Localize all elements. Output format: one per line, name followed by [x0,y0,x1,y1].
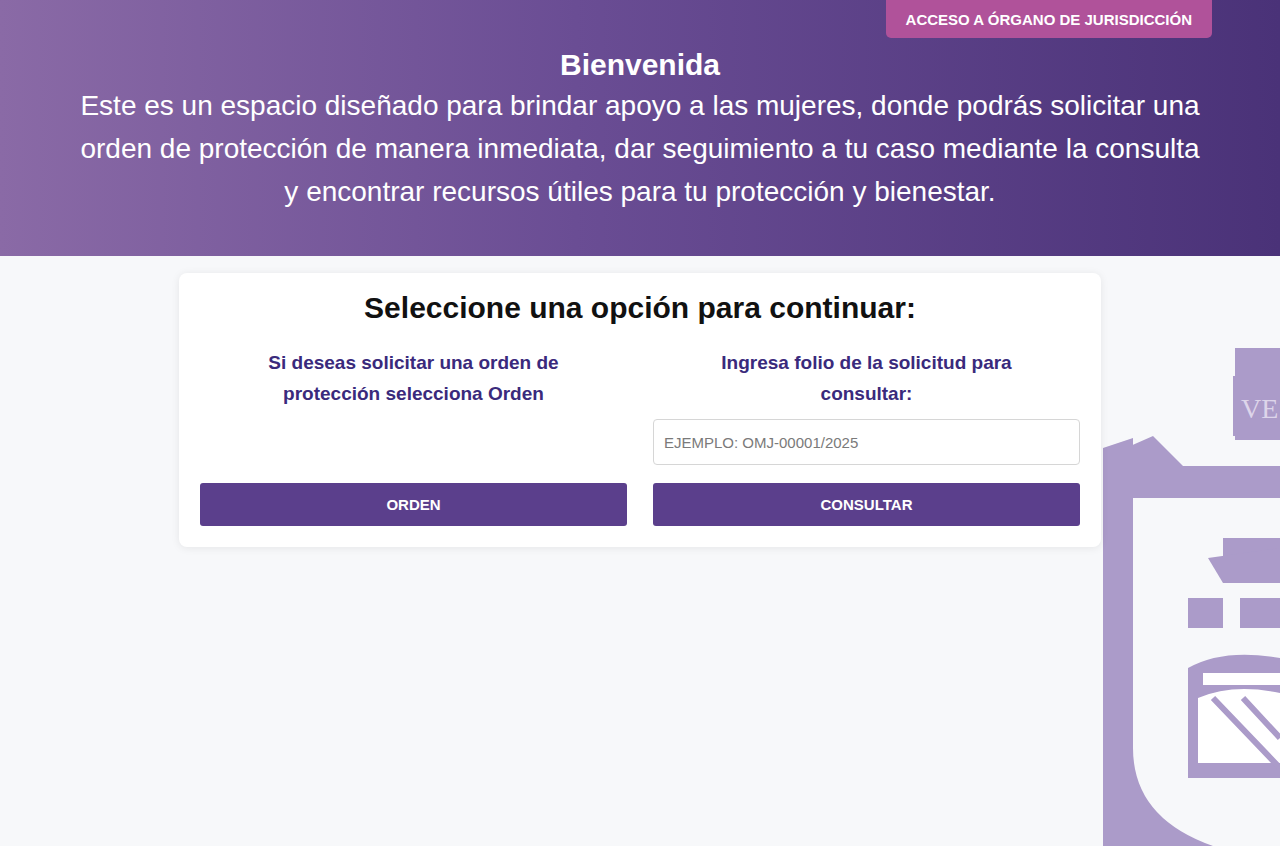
hero-banner: ACCESO A ÓRGANO DE JURISDICCIÓN Bienvenid… [0,0,1280,256]
option-button[interactable]: ORDEN [200,483,627,526]
welcome-title: Bienvenida [560,48,720,82]
options-title: Seleccione una opción para continuar: [200,291,1080,325]
options-card: Seleccione una opción para continuar: Si … [179,273,1101,547]
jurisdiction-access-button[interactable]: ACCESO A ÓRGANO DE JURISDICCIÓN [886,0,1212,38]
emblem-text: VE [1241,393,1278,424]
option-column: Ingresa folio de la solicitud para consu… [653,347,1080,526]
page: ACCESO A ÓRGANO DE JURISDICCIÓN Bienvenid… [0,0,1280,846]
welcome-description: Este es un espacio diseñado para brindar… [75,84,1205,213]
emblem-watermark: VE [1103,348,1280,846]
top-bar: ACCESO A ÓRGANO DE JURISDICCIÓN [0,0,1280,38]
option-prompt: Ingresa folio de la solicitud para consu… [653,347,1080,409]
folio-input[interactable] [653,419,1080,465]
coat-of-arms-icon: VE [1103,348,1280,846]
option-prompt: Si deseas solicitar una orden de protecc… [200,347,627,409]
option-button[interactable]: CONSULTAR [653,483,1080,526]
options-grid: Si deseas solicitar una orden de protecc… [200,347,1080,526]
option-column: Si deseas solicitar una orden de protecc… [200,347,627,526]
